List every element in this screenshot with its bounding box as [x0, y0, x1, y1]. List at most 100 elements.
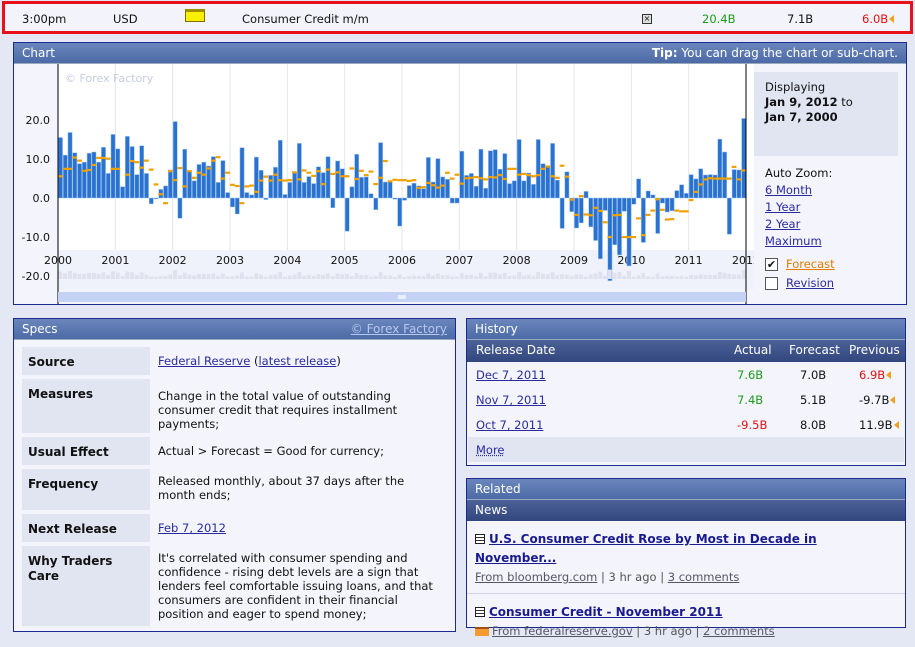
- history-date-link[interactable]: Dec 7, 2011: [476, 368, 546, 382]
- forecast-marker: [617, 214, 622, 216]
- sub-chart-bar: [97, 274, 101, 279]
- sub-chart-bar: [699, 274, 703, 279]
- forecast-marker: [636, 217, 641, 219]
- news-source-link[interactable]: From federalreserve.gov: [492, 624, 633, 638]
- latest-release-link[interactable]: latest release: [258, 354, 336, 368]
- news-comments-link[interactable]: 3 comments: [668, 570, 740, 584]
- history-actual: -9.5B: [737, 418, 767, 432]
- sub-chart-bar: [331, 276, 335, 279]
- displaying-box: Displaying Jan 9, 2012 to Jan 7, 2000: [754, 72, 898, 156]
- sub-chart-bar: [584, 276, 588, 279]
- event-row[interactable]: 3:00pm USD Consumer Credit m/m × 20.4B 7…: [2, 1, 913, 34]
- actual-bar: [345, 198, 349, 231]
- forecast-marker: [622, 236, 627, 238]
- sub-chart-bar: [570, 276, 574, 279]
- sub-chart-bar: [713, 275, 717, 279]
- sub-chart-bar: [221, 274, 225, 279]
- sub-chart-bar: [412, 276, 416, 279]
- x-tick-label: 2012: [732, 254, 754, 267]
- forecast-marker: [574, 214, 579, 216]
- forecast-marker: [483, 178, 488, 180]
- history-previous: -9.7B: [859, 393, 895, 407]
- actual-bar: [531, 184, 535, 198]
- sub-chart-bar: [92, 273, 96, 279]
- actual-bar: [355, 154, 359, 198]
- forecast-marker: [732, 166, 737, 168]
- forecast-toggle-link[interactable]: Forecast: [786, 256, 835, 273]
- revision-toggle-link[interactable]: Revision: [786, 275, 834, 292]
- forecast-marker: [235, 185, 240, 187]
- actual-bar: [340, 169, 344, 198]
- news-icon: [475, 607, 485, 617]
- chart-canvas[interactable]: 2000 2001 2002 2003 2004 2005 2006 2007 2008 2009…: [14, 64, 754, 304]
- forecast-marker: [115, 168, 120, 170]
- news-comments-link[interactable]: 2 comments: [703, 624, 775, 638]
- sub-chart-bar: [359, 275, 363, 279]
- revision-checkbox[interactable]: [765, 277, 778, 290]
- actual-bar: [164, 186, 168, 198]
- close-box-icon[interactable]: ×: [642, 14, 652, 24]
- sub-chart-bar: [675, 276, 679, 279]
- sub-chart-bar: [68, 271, 72, 279]
- sub-chart-bar: [613, 273, 617, 279]
- forecast-marker: [708, 177, 713, 179]
- forecast-marker: [469, 177, 474, 179]
- sub-chart-bar: [680, 276, 684, 279]
- source-link[interactable]: Federal Reserve: [158, 354, 250, 368]
- actual-bar: [92, 152, 96, 198]
- forecast-marker: [316, 170, 321, 172]
- forecast-marker: [254, 191, 259, 193]
- sub-chart-bar: [58, 272, 62, 279]
- actual-bar: [617, 198, 621, 255]
- actual-bar: [321, 173, 325, 198]
- event-title: Consumer Credit m/m: [242, 12, 369, 26]
- copyright-link[interactable]: © Forex Factory: [351, 322, 447, 336]
- forecast-marker: [722, 178, 727, 180]
- zoom-maximum[interactable]: Maximum: [765, 234, 822, 248]
- actual-bar: [527, 173, 531, 198]
- news-headline-link[interactable]: Consumer Credit - November 2011: [489, 605, 723, 619]
- forecast-marker: [397, 179, 402, 181]
- sub-chart-bar: [703, 275, 707, 279]
- actual-bar: [183, 149, 187, 198]
- scrollbar-grip: [398, 295, 406, 299]
- history-previous: 11.9B: [859, 418, 899, 432]
- history-more-link[interactable]: More: [476, 443, 505, 457]
- actual-bar: [187, 171, 191, 198]
- actual-bar: [68, 132, 72, 198]
- news-source-link[interactable]: From bloomberg.com: [475, 570, 597, 584]
- actual-bar: [551, 143, 555, 198]
- actual-bar: [498, 169, 502, 198]
- sub-chart-bar: [293, 275, 297, 279]
- forecast-marker: [225, 172, 230, 174]
- actual-bar: [240, 148, 244, 198]
- actual-bar: [546, 167, 550, 198]
- sub-chart-bar: [197, 274, 201, 279]
- history-date-link[interactable]: Oct 7, 2011: [476, 418, 543, 432]
- sub-chart-bar: [130, 272, 134, 279]
- sub-chart-bar: [417, 276, 421, 279]
- sub-chart-bar: [402, 277, 406, 279]
- sub-chart-bar: [183, 273, 187, 279]
- sub-chart-bar: [426, 273, 430, 279]
- forecast-marker: [139, 167, 144, 169]
- next-release-link[interactable]: Feb 7, 2012: [158, 521, 226, 535]
- actual-bar: [584, 191, 588, 198]
- zoom-1-year[interactable]: 1 Year: [765, 200, 800, 214]
- sub-chart-bar: [240, 272, 244, 279]
- sub-chart-bar: [321, 275, 325, 279]
- history-date-link[interactable]: Nov 7, 2011: [476, 393, 546, 407]
- actual-bar: [178, 198, 182, 218]
- news-headline-link[interactable]: U.S. Consumer Credit Rose by Most in Dec…: [475, 532, 817, 565]
- forecast-marker: [77, 160, 82, 162]
- forecast-marker: [326, 169, 331, 171]
- sub-chart-bar: [546, 274, 550, 279]
- sub-chart-bar: [660, 277, 664, 279]
- zoom-2-year[interactable]: 2 Year: [765, 217, 800, 231]
- zoom-6-month[interactable]: 6 Month: [765, 183, 812, 197]
- forecast-marker: [541, 168, 546, 170]
- actual-bar: [675, 191, 679, 198]
- forecast-checkbox[interactable]: ✔: [765, 258, 778, 271]
- sub-chart-bar: [226, 277, 230, 279]
- forecast-marker: [407, 180, 412, 182]
